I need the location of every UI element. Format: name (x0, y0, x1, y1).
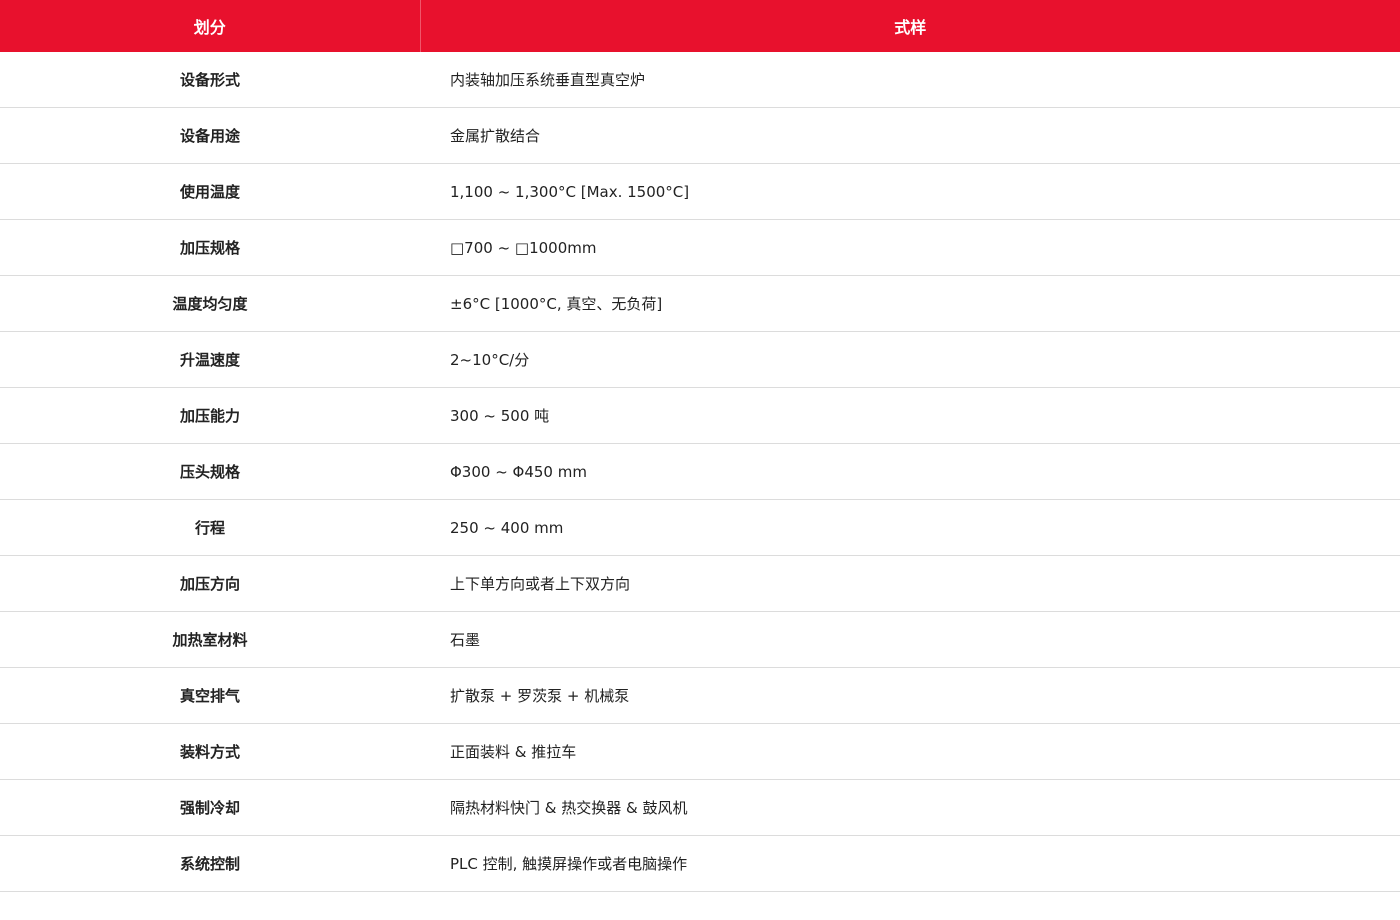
row-label: 使用温度 (0, 163, 420, 220)
table-row: 装料方式 正面装料 & 推拉车 (0, 723, 1400, 780)
table-row: 真空排气 扩散泵 + 罗茨泵 + 机械泵 (0, 667, 1400, 724)
row-value: 隔热材料快门 & 热交换器 & 鼓风机 (420, 779, 1400, 836)
table-header: 划分 式样 (0, 0, 1400, 52)
row-value: 内装轴加压系统垂直型真空炉 (420, 52, 1400, 108)
row-value: 扩散泵 + 罗茨泵 + 机械泵 (420, 667, 1400, 724)
row-label: 加压能力 (0, 387, 420, 444)
row-label: 设备形式 (0, 52, 420, 108)
row-value: Φ300 ~ Φ450 mm (420, 443, 1400, 500)
row-value: 2~10°C/分 (420, 331, 1400, 388)
table-row: 强制冷却 隔热材料快门 & 热交换器 & 鼓风机 (0, 779, 1400, 836)
row-label: 设备用途 (0, 107, 420, 164)
table-row: 温度均匀度 ±6°C [1000°C, 真空、无负荷] (0, 275, 1400, 332)
row-value: ±6°C [1000°C, 真空、无负荷] (420, 275, 1400, 332)
row-value: 300 ~ 500 吨 (420, 387, 1400, 444)
table-row: 压头规格 Φ300 ~ Φ450 mm (0, 443, 1400, 500)
row-label: 装料方式 (0, 723, 420, 780)
table-row: 设备用途 金属扩散结合 (0, 107, 1400, 164)
row-label: 加压规格 (0, 219, 420, 276)
row-label: 加压方向 (0, 555, 420, 612)
row-label: 行程 (0, 499, 420, 556)
table-row: 升温速度 2~10°C/分 (0, 331, 1400, 388)
table-row: 加压规格 □700 ~ □1000mm (0, 219, 1400, 276)
row-value: 上下单方向或者上下双方向 (420, 555, 1400, 612)
row-value: 金属扩散结合 (420, 107, 1400, 164)
row-value: □700 ~ □1000mm (420, 219, 1400, 276)
row-value: 1,100 ~ 1,300°C [Max. 1500°C] (420, 163, 1400, 220)
table-row: 加压方向 上下单方向或者上下双方向 (0, 555, 1400, 612)
row-label: 真空排气 (0, 667, 420, 724)
row-value: 250 ~ 400 mm (420, 499, 1400, 556)
table-row: 系统控制 PLC 控制, 触摸屏操作或者电脑操作 (0, 835, 1400, 892)
row-label: 强制冷却 (0, 779, 420, 836)
row-value: PLC 控制, 触摸屏操作或者电脑操作 (420, 835, 1400, 892)
table-row: 行程 250 ~ 400 mm (0, 499, 1400, 556)
header-category: 划分 (0, 0, 421, 52)
row-label: 系统控制 (0, 835, 420, 892)
row-label: 温度均匀度 (0, 275, 420, 332)
table-row: 加热室材料 石墨 (0, 611, 1400, 668)
row-value: 石墨 (420, 611, 1400, 668)
table-row: 设备形式 内装轴加压系统垂直型真空炉 (0, 52, 1400, 108)
row-label: 加热室材料 (0, 611, 420, 668)
table-row: 使用温度 1,100 ~ 1,300°C [Max. 1500°C] (0, 163, 1400, 220)
table-row: 加压能力 300 ~ 500 吨 (0, 387, 1400, 444)
row-label: 升温速度 (0, 331, 420, 388)
row-label: 压头规格 (0, 443, 420, 500)
row-value: 正面装料 & 推拉车 (420, 723, 1400, 780)
table-body: 设备形式 内装轴加压系统垂直型真空炉 设备用途 金属扩散结合 使用温度 1,10… (0, 52, 1400, 892)
header-spec: 式样 (420, 0, 1400, 52)
spec-table: 划分 式样 设备形式 内装轴加压系统垂直型真空炉 设备用途 金属扩散结合 使用温… (0, 0, 1400, 892)
header-row: 划分 式样 (0, 0, 1400, 52)
